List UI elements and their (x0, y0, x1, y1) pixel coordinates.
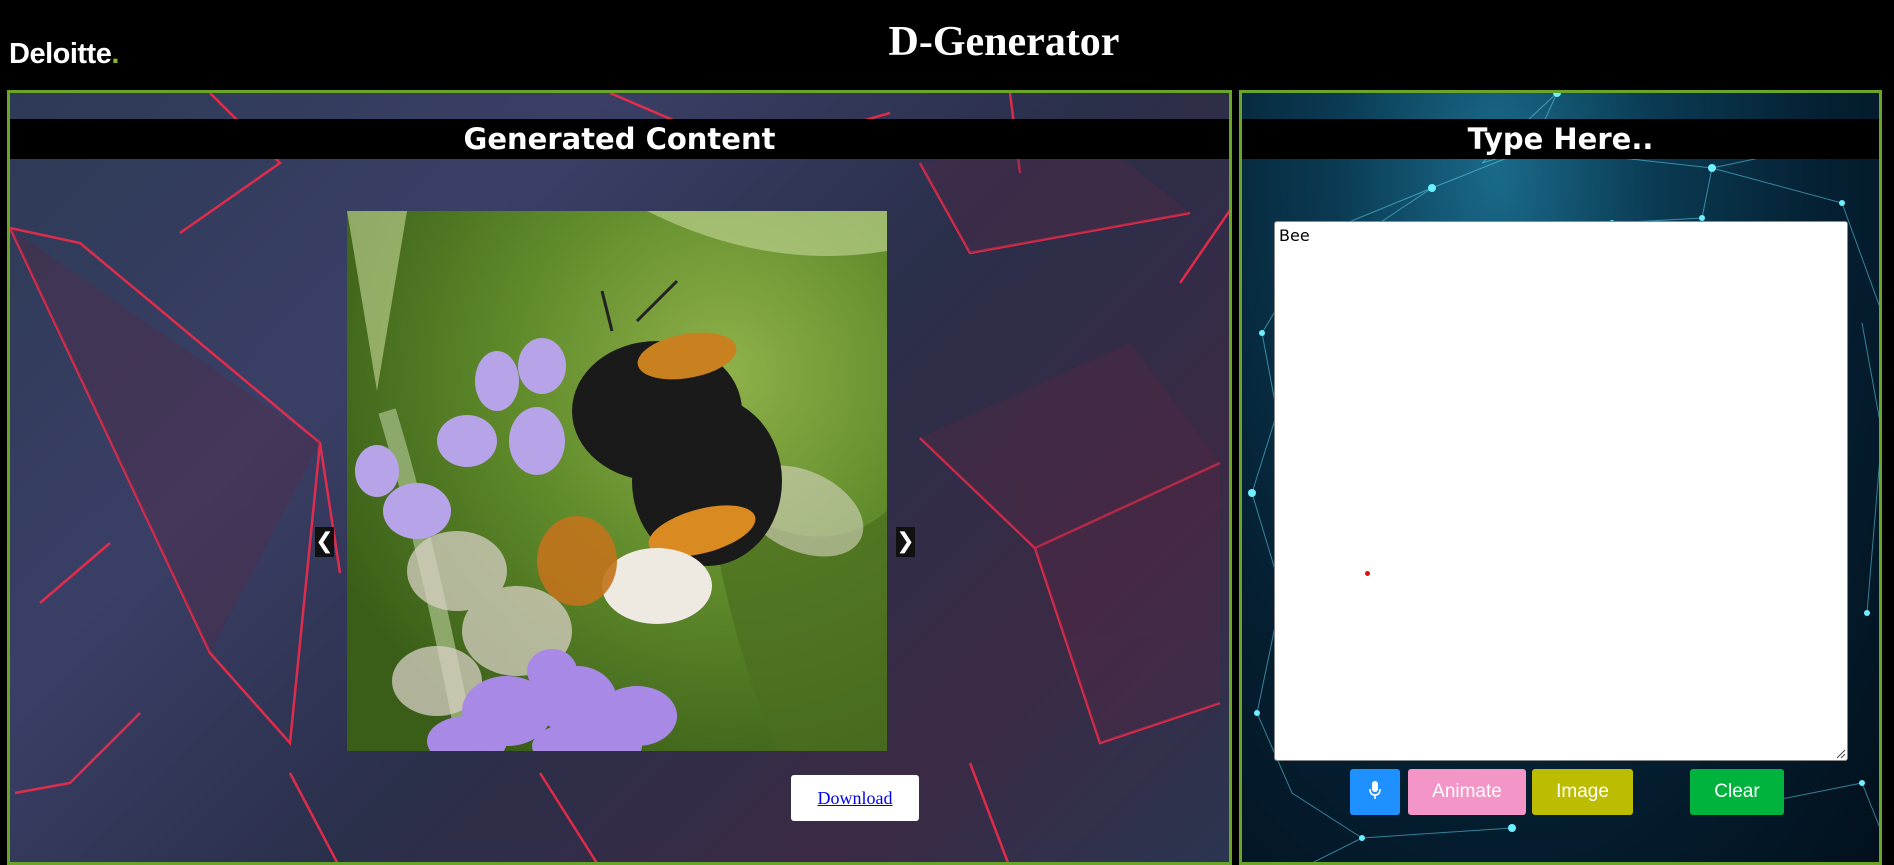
next-image-button[interactable]: ❯ (896, 527, 915, 557)
prompt-input[interactable]: Bee (1274, 221, 1848, 761)
type-here-title: Type Here.. (1242, 119, 1879, 159)
bee-image (347, 211, 887, 751)
microphone-button[interactable] (1350, 769, 1400, 815)
generated-content-title: Generated Content (10, 119, 1229, 159)
generated-content-panel: Generated Content ❮ ❯ Download (7, 90, 1232, 865)
animate-button[interactable]: Animate (1408, 769, 1526, 815)
generated-image (347, 211, 887, 751)
app-title: D-Generator (888, 19, 1120, 65)
microphone-icon (1369, 781, 1381, 800)
download-link[interactable]: Download (791, 775, 919, 821)
resize-grip-icon[interactable] (1836, 749, 1846, 759)
previous-image-button[interactable]: ❮ (315, 527, 334, 557)
image-button[interactable]: Image (1532, 769, 1633, 815)
input-panel: Type Here.. Bee Animate Image Clear (1239, 90, 1882, 865)
cursor-marker (1365, 571, 1370, 576)
clear-button[interactable]: Clear (1690, 769, 1784, 815)
